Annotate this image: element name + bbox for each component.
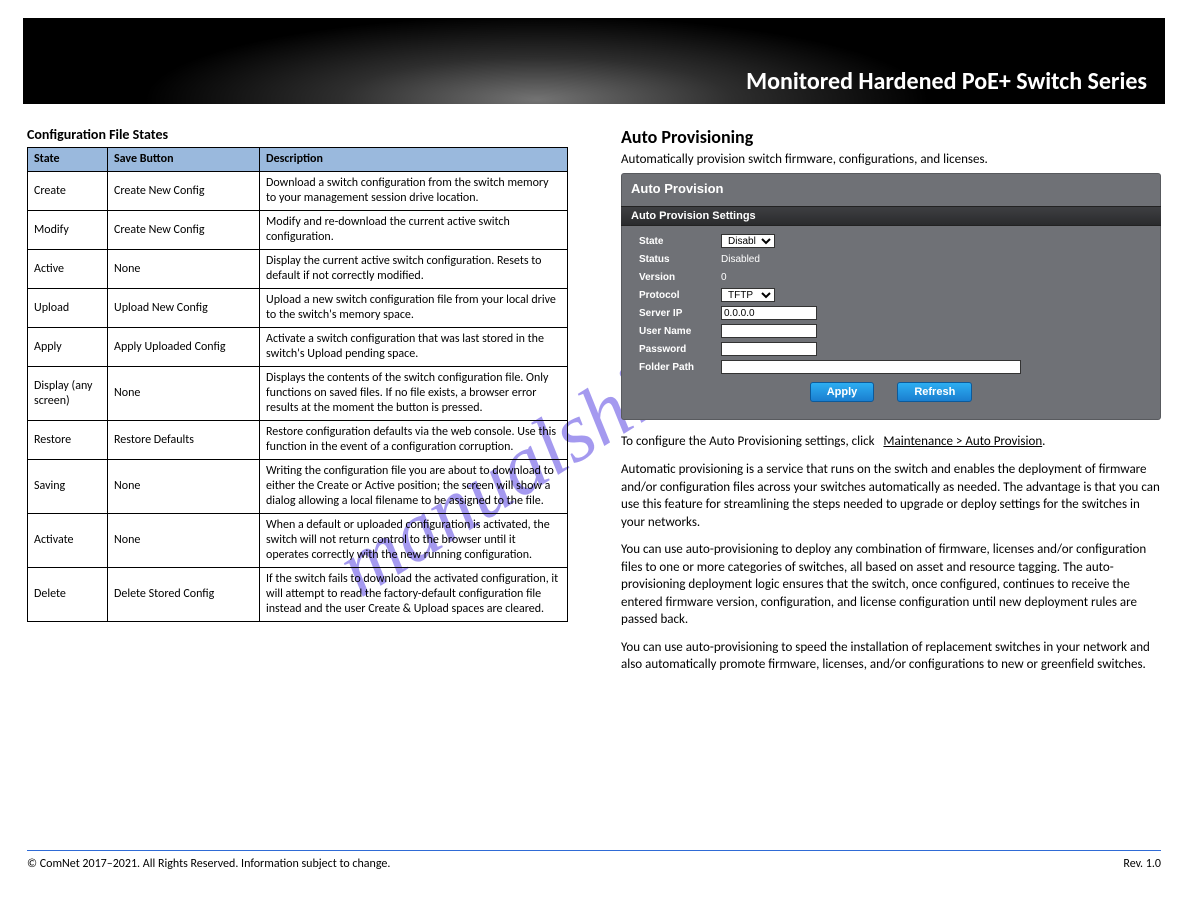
table-row: ActiveNoneDisplay the current active swi… (28, 250, 568, 289)
table-row: Display (any screen)NoneDisplays the con… (28, 367, 568, 421)
nav-instruction: To configure the Auto Provisioning setti… (621, 434, 1161, 449)
nav-path: Maintenance > Auto Provision (883, 434, 1042, 449)
table-heading: Configuration File States (27, 126, 567, 143)
panel-subtitle: Auto Provision Settings (621, 206, 1161, 226)
section-lead: Automatically provision switch firmware,… (621, 152, 1161, 167)
table-row: ApplyApply Uploaded ConfigActivate a swi… (28, 328, 568, 367)
apply-button[interactable]: Apply (810, 382, 875, 402)
col-desc: Description (260, 148, 568, 172)
label-folder: Folder Path (639, 362, 721, 373)
label-username: User Name (639, 326, 721, 337)
label-password: Password (639, 344, 721, 355)
footer-left: © ComNet 2017–2021. All Rights Reserved.… (27, 857, 390, 871)
table-head: State Save Button Description (28, 148, 568, 172)
para-2: You can use auto-provisioning to deploy … (621, 541, 1161, 629)
footer-rule (27, 850, 1161, 851)
table-row: SavingNoneWriting the configuration file… (28, 460, 568, 514)
table-body: CreateCreate New ConfigDownload a switch… (28, 172, 568, 622)
table-row: ModifyCreate New ConfigModify and re-dow… (28, 211, 568, 250)
banner-title: Monitored Hardened PoE+ Switch Series (746, 67, 1147, 96)
table-row: RestoreRestore DefaultsRestore configura… (28, 421, 568, 460)
label-protocol: Protocol (639, 290, 721, 301)
table-row: DeleteDelete Stored ConfigIf the switch … (28, 568, 568, 622)
auto-provision-panel: Auto Provision Auto Provision Settings S… (621, 173, 1161, 420)
panel-buttons: Apply Refresh (639, 376, 1143, 410)
username-input[interactable] (721, 324, 817, 338)
serverip-input[interactable] (721, 306, 817, 320)
row-folder: Folder Path (639, 358, 1143, 376)
body-text: Automatic provisioning is a service that… (621, 461, 1161, 674)
value-version: 0 (721, 272, 727, 283)
label-status: Status (639, 254, 721, 265)
label-state: State (639, 236, 721, 247)
para-3: You can use auto-provisioning to speed t… (621, 639, 1161, 674)
folder-input[interactable] (721, 360, 1021, 374)
section-title: Auto Provisioning (621, 126, 1161, 148)
banner: Monitored Hardened PoE+ Switch Series (23, 18, 1165, 104)
row-version: Version 0 (639, 268, 1143, 286)
table-row: CreateCreate New ConfigDownload a switch… (28, 172, 568, 211)
value-status: Disabled (721, 254, 760, 265)
row-protocol: Protocol TFTP (639, 286, 1143, 304)
para-1: Automatic provisioning is a service that… (621, 461, 1161, 531)
col-button: Save Button (108, 148, 260, 172)
footer-right: Rev. 1.0 (1123, 857, 1161, 871)
row-status: Status Disabled (639, 250, 1143, 268)
protocol-select[interactable]: TFTP (721, 288, 775, 302)
config-states-table: State Save Button Description CreateCrea… (27, 147, 568, 622)
state-select[interactable]: Disable (721, 234, 775, 248)
label-version: Version (639, 272, 721, 283)
panel-form: State Disable Status Disabled Version 0 … (621, 226, 1161, 420)
right-column: Auto Provisioning Automatically provisio… (621, 126, 1161, 684)
password-input[interactable] (721, 342, 817, 356)
col-state: State (28, 148, 108, 172)
refresh-button[interactable]: Refresh (897, 382, 972, 402)
row-serverip: Server IP (639, 304, 1143, 322)
panel-title: Auto Provision (621, 173, 1161, 206)
row-username: User Name (639, 322, 1143, 340)
row-password: Password (639, 340, 1143, 358)
label-serverip: Server IP (639, 308, 721, 319)
row-state: State Disable (639, 232, 1143, 250)
table-row: ActivateNoneWhen a default or uploaded c… (28, 514, 568, 568)
left-column: Configuration File States State Save But… (27, 126, 567, 622)
table-row: UploadUpload New ConfigUpload a new swit… (28, 289, 568, 328)
